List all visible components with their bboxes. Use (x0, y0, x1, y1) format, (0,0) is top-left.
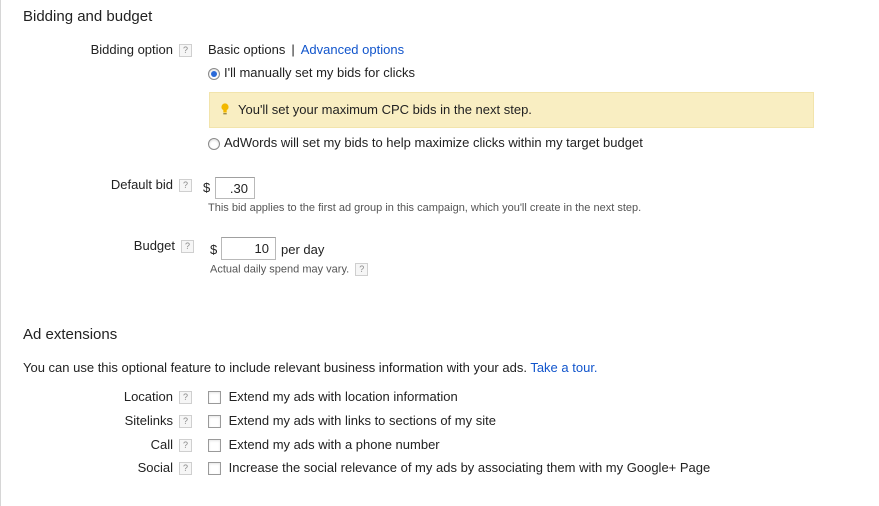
extension-label-call: Call (150, 437, 173, 452)
extension-call[interactable]: Extend my ads with a phone number (208, 437, 440, 453)
extension-label-location: Location (123, 389, 173, 404)
extension-text-social: Increase the social relevance of my ads … (228, 460, 711, 475)
bidding-section-title: Bidding and budget (23, 8, 153, 25)
call-checkbox[interactable] (208, 439, 221, 453)
bidding-option-row-label: Bidding option? (23, 42, 192, 58)
radio-auto-bids[interactable]: AdWords will set my bids to help maximiz… (208, 135, 643, 150)
social-checkbox[interactable] (208, 462, 221, 476)
separator: | (291, 42, 295, 57)
default-bid-input[interactable] (215, 177, 255, 199)
currency-symbol: $ (203, 180, 211, 195)
location-checkbox[interactable] (208, 391, 221, 405)
extension-label-social-row: Social? (23, 460, 192, 476)
info-message-box: You'll set your maximum CPC bids in the … (209, 92, 814, 128)
help-icon[interactable]: ? (179, 415, 192, 429)
default-bid-note: This bid applies to the first ad group i… (208, 202, 642, 214)
extension-label-social: Social (137, 460, 173, 475)
extensions-intro-text: You can use this optional feature to inc… (23, 360, 527, 375)
extension-label-location-row: Location? (23, 389, 192, 405)
budget-note: Actual daily spend may vary. (210, 263, 350, 276)
radio-auto-icon[interactable] (208, 137, 220, 150)
help-icon[interactable]: ? (179, 391, 192, 405)
extension-text-call: Extend my ads with a phone number (228, 437, 440, 452)
extension-social[interactable]: Increase the social relevance of my ads … (208, 460, 711, 476)
help-icon[interactable]: ? (179, 439, 192, 453)
currency-symbol: $ (210, 242, 218, 257)
help-icon[interactable]: ? (179, 462, 192, 476)
page-left-border (0, 0, 1, 506)
budget-row-label: Budget? (23, 238, 194, 254)
radio-manual-bids[interactable]: I'll manually set my bids for clicks (208, 65, 415, 80)
extensions-intro: You can use this optional feature to inc… (23, 360, 598, 375)
bidding-option-label: Bidding option (90, 42, 173, 57)
radio-manual-icon[interactable] (208, 67, 220, 80)
default-bid-label: Default bid (110, 177, 173, 192)
help-icon[interactable]: ? (355, 263, 369, 276)
extension-text-sitelinks: Extend my ads with links to sections of … (228, 413, 496, 428)
extension-label-sitelinks: Sitelinks (124, 413, 173, 428)
radio-auto-label: AdWords will set my bids to help maximiz… (224, 135, 643, 150)
extensions-section-title: Ad extensions (23, 326, 118, 343)
extension-text-location: Extend my ads with location information (228, 389, 458, 404)
budget-suffix: per day (281, 242, 325, 257)
help-icon[interactable]: ? (181, 240, 194, 254)
sitelinks-checkbox[interactable] (208, 415, 221, 429)
default-bid-row-label: Default bid? (23, 177, 192, 193)
radio-manual-label: I'll manually set my bids for clicks (224, 65, 416, 80)
extension-label-sitelinks-row: Sitelinks? (23, 413, 192, 429)
help-icon[interactable]: ? (179, 44, 192, 58)
lightbulb-icon (221, 103, 229, 115)
budget-note-row: Actual daily spend may vary.? (210, 263, 369, 276)
extension-location[interactable]: Extend my ads with location information (208, 389, 458, 405)
bidding-mode-switch: Basic options | Advanced options (208, 42, 404, 57)
info-message-text: You'll set your maximum CPC bids in the … (238, 102, 532, 117)
budget-label: Budget (133, 238, 175, 253)
budget-input[interactable] (221, 237, 276, 260)
advanced-options-link[interactable]: Advanced options (301, 42, 404, 57)
basic-options-label: Basic options (208, 42, 286, 57)
take-a-tour-link[interactable]: Take a tour. (530, 360, 597, 375)
help-icon[interactable]: ? (179, 179, 192, 193)
extension-sitelinks[interactable]: Extend my ads with links to sections of … (208, 413, 496, 429)
extension-label-call-row: Call? (23, 437, 192, 453)
